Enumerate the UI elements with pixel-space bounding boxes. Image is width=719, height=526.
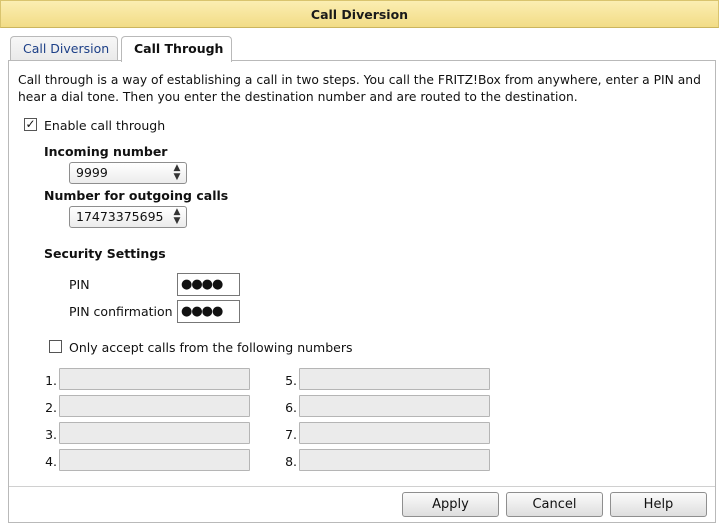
- number-7-label: 7.: [285, 427, 297, 442]
- number-4-label: 4.: [45, 454, 57, 469]
- cancel-button[interactable]: Cancel: [506, 492, 603, 517]
- footer-divider: [9, 486, 715, 487]
- outgoing-number-select[interactable]: 17473375695 ▲ ▼: [69, 206, 187, 228]
- number-6-field[interactable]: [299, 395, 490, 417]
- description-text: Call through is a way of establishing a …: [18, 73, 701, 104]
- number-4-field[interactable]: [59, 449, 250, 471]
- number-1-label: 1.: [45, 373, 57, 388]
- enable-call-through-checkbox[interactable]: ✓: [24, 118, 37, 131]
- pin-confirmation-field[interactable]: ●●●●: [177, 300, 240, 323]
- window-title: Call Diversion: [0, 0, 719, 28]
- help-button[interactable]: Help: [610, 492, 707, 517]
- up-down-chevron-icon: ▲ ▼: [173, 163, 181, 182]
- incoming-number-select[interactable]: 9999 ▲ ▼: [69, 162, 187, 184]
- tab-call-diversion[interactable]: Call Diversion: [10, 36, 118, 61]
- up-down-chevron-icon: ▲ ▼: [173, 207, 181, 226]
- number-3-label: 3.: [45, 427, 57, 442]
- only-accept-checkbox[interactable]: [49, 340, 62, 353]
- only-accept-label: Only accept calls from the following num…: [69, 340, 353, 355]
- pin-field[interactable]: ●●●●: [177, 273, 240, 296]
- number-8-field[interactable]: [299, 449, 490, 471]
- apply-button[interactable]: Apply: [402, 492, 499, 517]
- number-8-label: 8.: [285, 454, 297, 469]
- outgoing-number-label: Number for outgoing calls: [44, 188, 229, 203]
- number-1-field[interactable]: [59, 368, 250, 390]
- outgoing-number-value: 17473375695: [76, 209, 164, 224]
- number-2-field[interactable]: [59, 395, 250, 417]
- incoming-number-label: Incoming number: [44, 144, 168, 159]
- security-settings-heading: Security Settings: [44, 246, 166, 261]
- incoming-number-value: 9999: [76, 165, 108, 180]
- number-5-field[interactable]: [299, 368, 490, 390]
- pin-label: PIN: [69, 277, 90, 292]
- pin-confirmation-label: PIN confirmation: [69, 304, 173, 319]
- number-2-label: 2.: [45, 400, 57, 415]
- checkmark-icon: ✓: [25, 117, 36, 131]
- number-3-field[interactable]: [59, 422, 250, 444]
- number-5-label: 5.: [285, 373, 297, 388]
- enable-call-through-label: Enable call through: [44, 118, 166, 133]
- tab-call-through[interactable]: Call Through: [121, 36, 232, 62]
- number-6-label: 6.: [285, 400, 297, 415]
- number-7-field[interactable]: [299, 422, 490, 444]
